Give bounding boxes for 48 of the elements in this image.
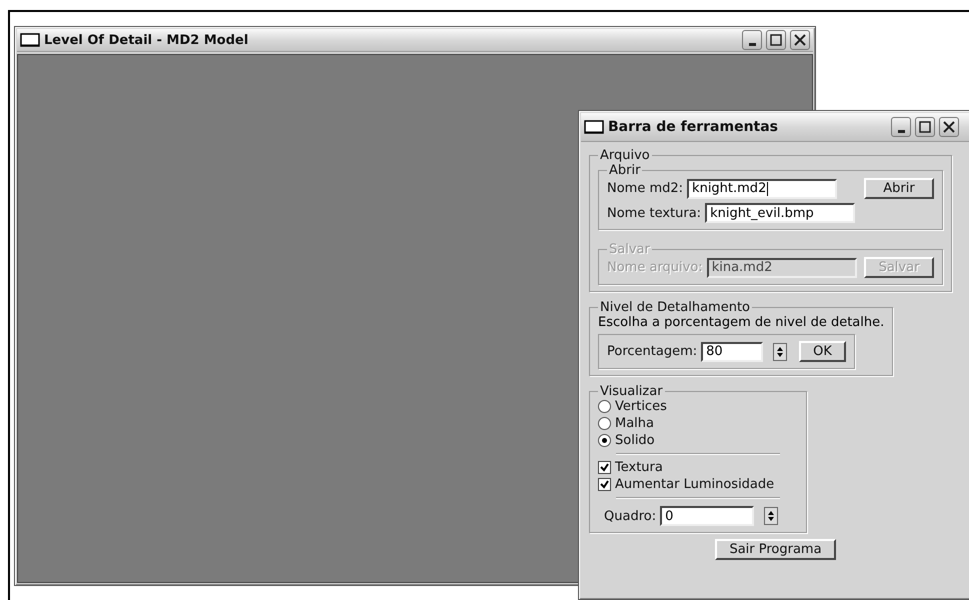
option-label: Malha <box>615 416 654 431</box>
option-label: Vertices <box>615 399 667 414</box>
checkbox[interactable] <box>598 461 611 474</box>
radio-button[interactable] <box>598 400 611 413</box>
group-title: Arquivo <box>599 148 651 163</box>
window-title: Barra de ferramentas <box>608 119 780 135</box>
spin-field[interactable]: 0 <box>660 506 754 526</box>
group-title: Salvar <box>608 242 651 257</box>
group-title: Visualizar <box>599 384 664 399</box>
close-icon <box>794 34 806 46</box>
field-label: Porcentagem: <box>607 344 698 359</box>
group-title: Abrir <box>608 163 642 178</box>
option-label: Aumentar Luminosidade <box>615 477 774 492</box>
spin-field[interactable]: 80 <box>701 342 764 362</box>
exit-button[interactable]: Sair Programa <box>715 539 836 560</box>
close-button[interactable] <box>939 117 959 137</box>
spin-arrows-icon <box>767 510 776 522</box>
spin-button[interactable] <box>764 507 778 525</box>
spin-arrows-icon <box>776 346 784 358</box>
option-label: Solido <box>615 433 655 448</box>
window-title: Level Of Detail - MD2 Model <box>44 32 250 48</box>
field-label: Nome arquivo: <box>607 260 703 275</box>
maximize-button[interactable] <box>915 117 935 137</box>
window-icon <box>20 33 40 47</box>
field-label: Nome md2: <box>607 181 684 196</box>
minimize-button[interactable] <box>891 117 911 137</box>
ok-button[interactable]: OK <box>799 341 846 362</box>
minimize-icon <box>898 130 904 132</box>
maximize-icon <box>919 121 931 133</box>
description-text: Escolha a porcentagem de nivel de detalhe. <box>598 315 884 330</box>
close-icon <box>943 121 955 133</box>
field-label: Nome textura: <box>607 206 702 220</box>
radio-button[interactable] <box>598 417 611 430</box>
input-field[interactable]: knight_evil.bmp <box>705 203 856 223</box>
checkbox[interactable] <box>598 478 611 491</box>
window-icon <box>584 120 604 134</box>
minimize-button[interactable] <box>742 30 762 50</box>
action-button[interactable]: Abrir <box>864 178 934 199</box>
group-title: Nivel de Detalhamento <box>599 300 751 315</box>
close-button[interactable] <box>790 30 810 50</box>
minimize-icon <box>748 42 756 46</box>
maximize-icon <box>770 34 782 46</box>
field-label: Quadro: <box>604 508 656 524</box>
radio-button[interactable] <box>598 434 611 447</box>
spin-button[interactable] <box>773 342 788 360</box>
maximize-button[interactable] <box>766 30 786 50</box>
input-field[interactable]: knight.md2 <box>687 178 838 198</box>
option-label: Textura <box>615 460 663 475</box>
